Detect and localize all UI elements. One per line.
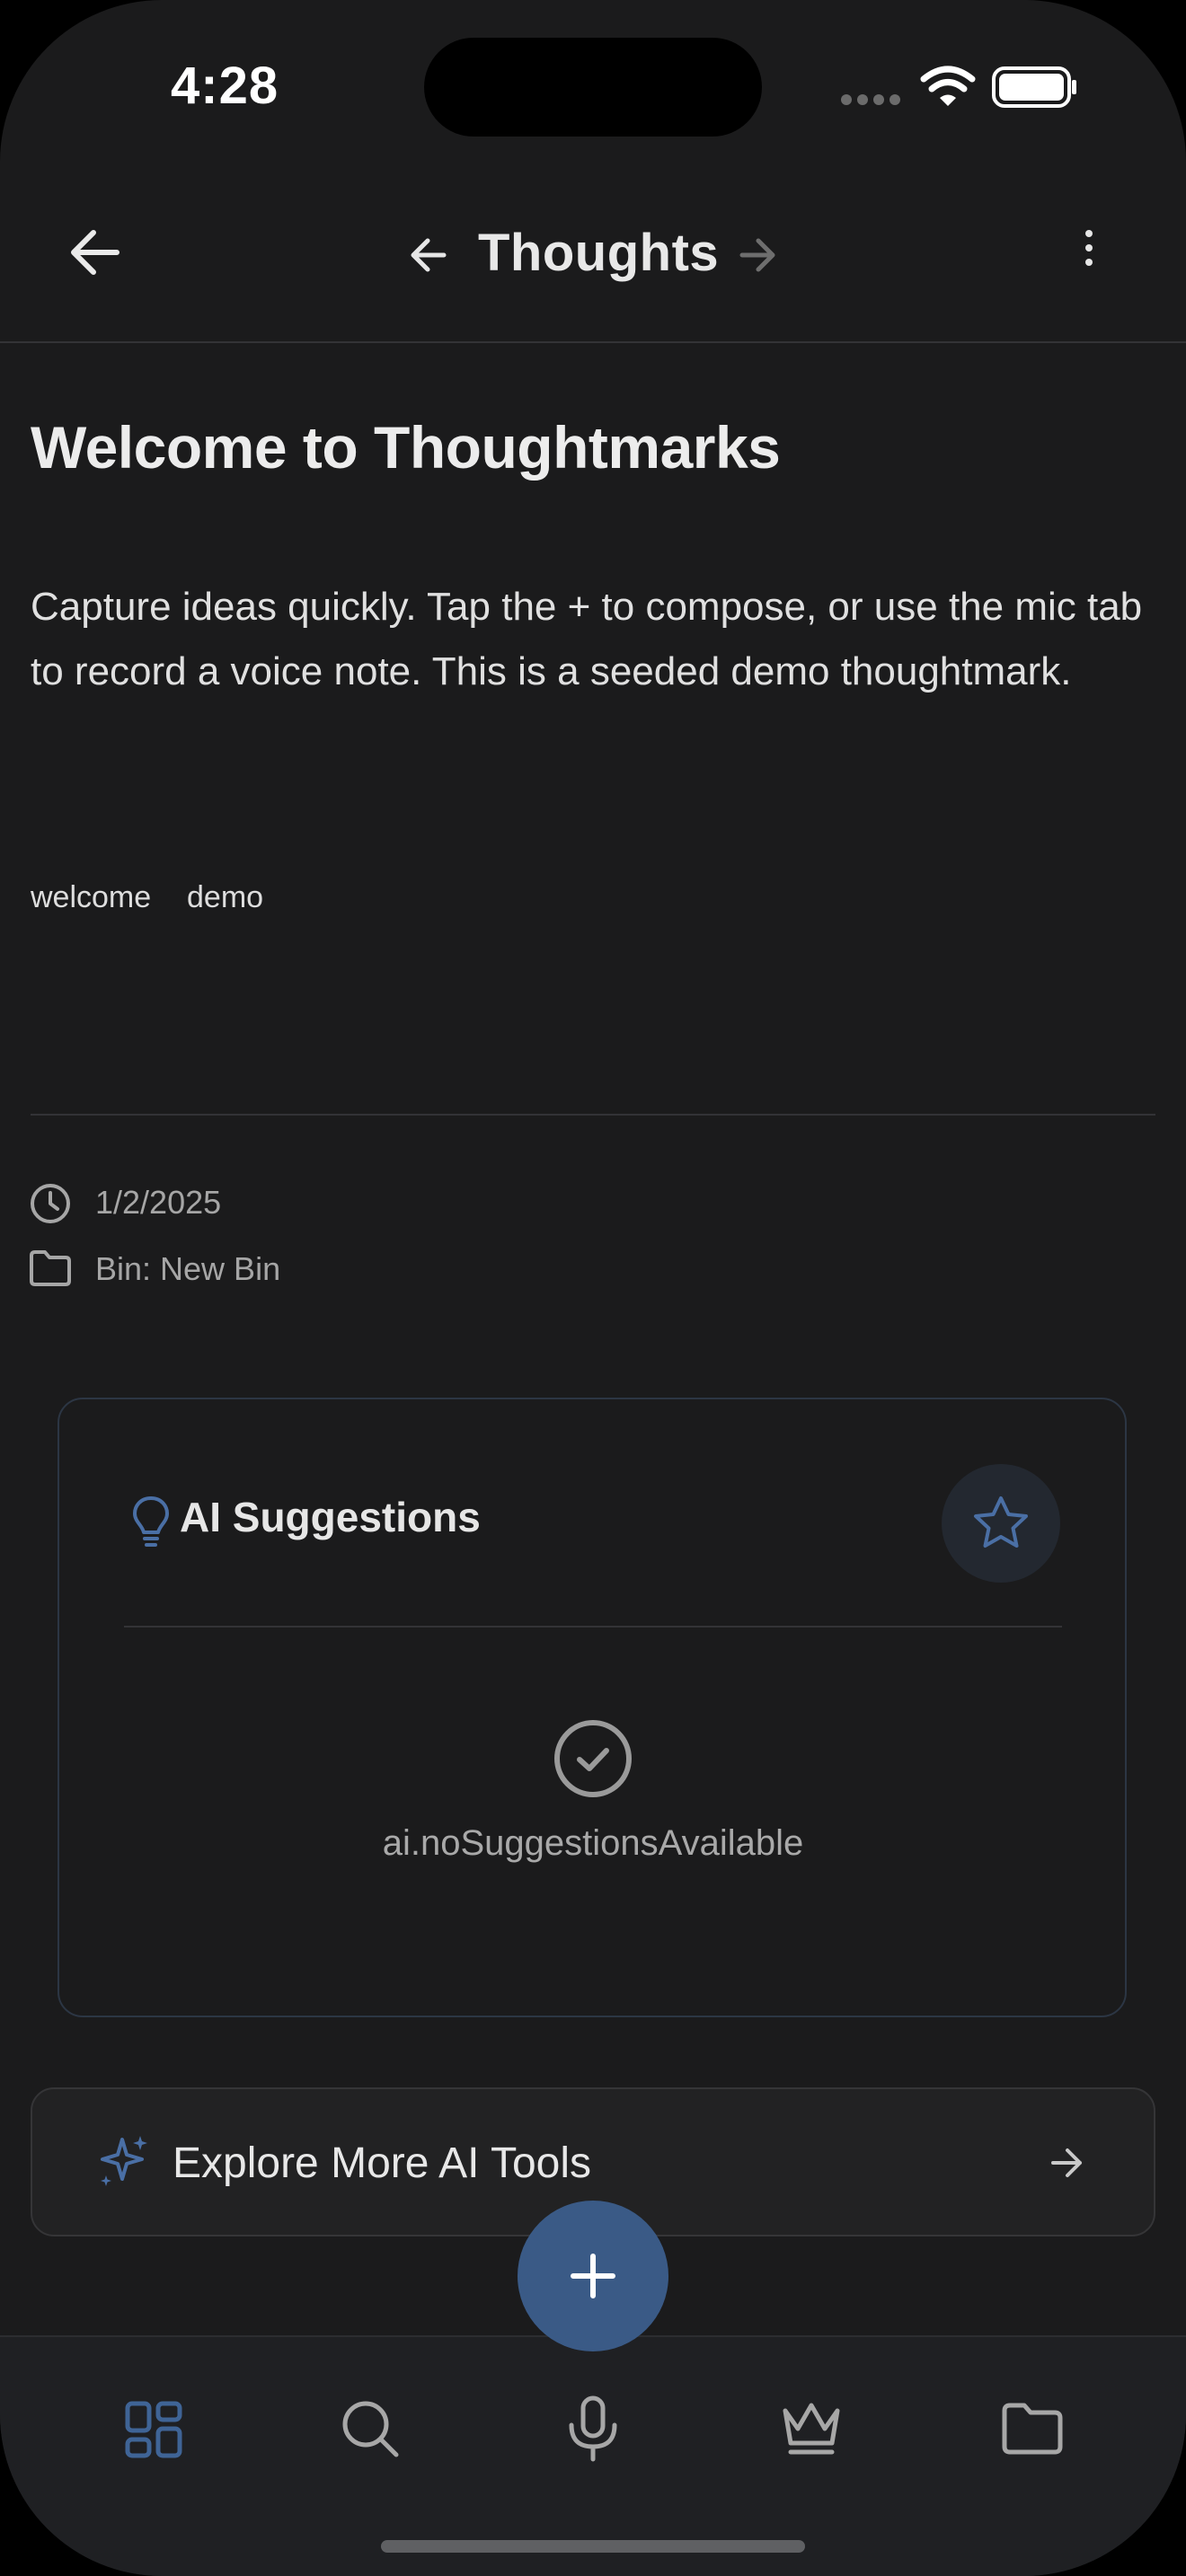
home-indicator[interactable] [381, 2540, 805, 2553]
card-divider [124, 1626, 1062, 1628]
header-divider [0, 341, 1186, 343]
app-screen: 4:28 Thoughts Welcome to Thoughtmarks Ca… [0, 0, 1186, 2576]
dynamic-island [424, 38, 762, 137]
search-icon[interactable] [340, 2398, 401, 2459]
plus-icon [571, 2254, 615, 2298]
clock-icon [31, 1184, 70, 1223]
lightbulb-icon [133, 1496, 169, 1547]
star-icon [974, 1496, 1028, 1548]
status-time: 4:28 [171, 57, 279, 115]
thought-title: Welcome to Thoughtmarks [31, 414, 781, 481]
page-title: Thoughts [478, 224, 720, 282]
sparkles-icon [101, 2136, 147, 2186]
wifi-icon [920, 66, 976, 106]
bin-label[interactable]: Bin: New Bin [95, 1250, 280, 1288]
arrow-right-icon [1051, 2148, 1082, 2177]
previous-thought-button[interactable] [404, 232, 451, 278]
cellular-signal-icon [841, 93, 906, 110]
next-thought-button[interactable] [735, 232, 782, 278]
check-circle-icon [554, 1720, 632, 1797]
tag-chip[interactable]: welcome [31, 880, 151, 915]
grid-icon[interactable] [124, 2400, 183, 2459]
created-date: 1/2/2025 [95, 1184, 222, 1221]
folder-icon [30, 1250, 71, 1286]
folder-icon[interactable] [1001, 2402, 1064, 2456]
battery-icon [992, 66, 1076, 108]
mic-icon[interactable] [564, 2395, 622, 2463]
empty-state-text: ai.noSuggestionsAvailable [382, 1823, 804, 1863]
tag-chip[interactable]: demo [187, 880, 263, 915]
content-divider [31, 1114, 1155, 1116]
explore-ai-tools-label: Explore More AI Tools [173, 2139, 592, 2187]
favorite-button[interactable] [942, 1464, 1060, 1583]
thought-body: Capture ideas quickly. Tap the + to comp… [31, 585, 1143, 693]
more-options-icon[interactable] [1075, 226, 1103, 269]
ai-suggestions-title: AI Suggestions [180, 1494, 481, 1540]
back-button[interactable] [63, 220, 128, 285]
add-thought-button[interactable] [518, 2201, 668, 2351]
crown-icon[interactable] [780, 2400, 843, 2457]
